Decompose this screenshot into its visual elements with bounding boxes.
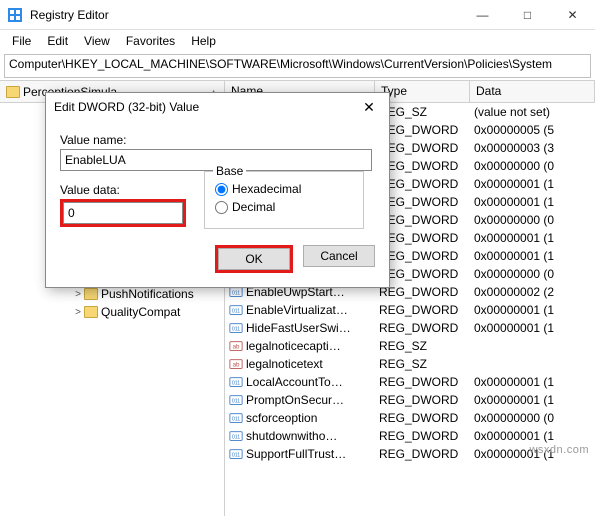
value-type: REG_SZ (375, 357, 470, 371)
col-data[interactable]: Data (470, 81, 595, 102)
svg-text:011: 011 (232, 327, 240, 333)
folder-icon (84, 288, 98, 300)
base-label: Base (213, 164, 246, 178)
tree-item-label: QualityCompat (101, 305, 180, 319)
svg-text:ab: ab (233, 344, 240, 351)
value-data: 0x00000001 (1 (470, 177, 595, 191)
value-name: PromptOnSecur… (246, 393, 344, 407)
menu-edit[interactable]: Edit (39, 32, 76, 50)
base-hex-radio[interactable] (215, 183, 228, 196)
base-dec-label: Decimal (232, 200, 275, 214)
value-type: REG_DWORD (375, 411, 470, 425)
menu-view[interactable]: View (76, 32, 118, 50)
menubar: File Edit View Favorites Help (0, 30, 595, 52)
value-type: REG_SZ (375, 339, 470, 353)
dialog-close-button[interactable]: ✕ (357, 99, 381, 116)
value-data: 0x00000001 (1 (470, 429, 595, 443)
menu-favorites[interactable]: Favorites (118, 32, 183, 50)
value-data: (value not set) (470, 105, 595, 119)
value-type: REG_DWORD (375, 303, 470, 317)
svg-text:011: 011 (232, 453, 240, 459)
expand-icon[interactable]: > (72, 289, 84, 300)
svg-text:011: 011 (232, 291, 240, 297)
ok-button[interactable]: OK (218, 248, 290, 270)
dialog-title: Edit DWORD (32-bit) Value (54, 100, 357, 114)
svg-text:011: 011 (232, 417, 240, 423)
base-hex-label: Hexadecimal (232, 182, 301, 196)
list-row[interactable]: 011 LocalAccountTo… REG_DWORD0x00000001 (1 (225, 373, 595, 391)
value-type: REG_DWORD (375, 375, 470, 389)
value-data: 0x00000002 (2 (470, 285, 595, 299)
value-data: 0x00000001 (1 (470, 249, 595, 263)
tree-item-label: PushNotifications (101, 287, 194, 301)
svg-text:011: 011 (232, 399, 240, 405)
value-data-field[interactable] (63, 202, 183, 224)
svg-text:011: 011 (232, 435, 240, 441)
address-bar[interactable]: Computer\HKEY_LOCAL_MACHINE\SOFTWARE\Mic… (4, 54, 591, 78)
svg-text:011: 011 (232, 309, 240, 315)
svg-text:011: 011 (232, 381, 240, 387)
value-name: EnableVirtualizat… (246, 303, 348, 317)
list-row[interactable]: 011 shutdownwitho… REG_DWORD0x00000001 (1 (225, 427, 595, 445)
value-data: 0x00000001 (1 (470, 321, 595, 335)
expand-icon[interactable]: > (72, 307, 84, 318)
value-type: REG_DWORD (375, 447, 470, 461)
value-type: REG_DWORD (375, 321, 470, 335)
value-data: 0x00000000 (0 (470, 159, 595, 173)
value-name: scforceoption (246, 411, 317, 425)
value-type: REG_DWORD (375, 429, 470, 443)
base-dec-radio[interactable] (215, 201, 228, 214)
value-name: LocalAccountTo… (246, 375, 343, 389)
list-row[interactable]: 011 PromptOnSecur… REG_DWORD0x00000001 (1 (225, 391, 595, 409)
titlebar: Registry Editor — □ ✕ (0, 0, 595, 30)
ok-highlight: OK (215, 245, 293, 273)
value-data: 0x00000001 (1 (470, 375, 595, 389)
minimize-button[interactable]: — (460, 0, 505, 30)
value-data: 0x00000005 (5 (470, 123, 595, 137)
tree-item[interactable]: > QualityCompat (0, 303, 224, 321)
list-row[interactable]: 011 HideFastUserSwi… REG_DWORD0x00000001 (… (225, 319, 595, 337)
menu-file[interactable]: File (4, 32, 39, 50)
value-data-label: Value data: (60, 183, 186, 197)
edit-dword-dialog: Edit DWORD (32-bit) Value ✕ Value name: … (45, 92, 390, 288)
app-icon (6, 6, 24, 24)
list-row[interactable]: 011 EnableVirtualizat… REG_DWORD0x00000001… (225, 301, 595, 319)
value-type: REG_DWORD (375, 393, 470, 407)
value-data-highlight (60, 199, 186, 227)
base-group: Base Hexadecimal Decimal (204, 171, 364, 229)
list-row[interactable]: ab legalnoticetext REG_SZ (225, 355, 595, 373)
value-name: SupportFullTrust… (246, 447, 346, 461)
value-data: 0x00000001 (1 (470, 195, 595, 209)
close-button[interactable]: ✕ (550, 0, 595, 30)
value-name: shutdownwitho… (246, 429, 337, 443)
value-data: 0x00000000 (0 (470, 213, 595, 227)
cancel-button[interactable]: Cancel (303, 245, 375, 267)
watermark: wsxdn.com (529, 444, 589, 456)
list-row[interactable]: 011 scforceoption REG_DWORD0x00000000 (0 (225, 409, 595, 427)
window-title: Registry Editor (30, 8, 460, 22)
value-data: 0x00000000 (0 (470, 411, 595, 425)
menu-help[interactable]: Help (183, 32, 224, 50)
maximize-button[interactable]: □ (505, 0, 550, 30)
value-data: 0x00000001 (1 (470, 303, 595, 317)
folder-icon (84, 306, 98, 318)
value-data: 0x00000001 (1 (470, 231, 595, 245)
value-name-label: Value name: (60, 133, 375, 147)
value-data: 0x00000003 (3 (470, 141, 595, 155)
svg-text:ab: ab (233, 362, 240, 369)
value-name: legalnoticetext (246, 357, 323, 371)
list-row[interactable]: ab legalnoticecapti… REG_SZ (225, 337, 595, 355)
value-data: 0x00000001 (1 (470, 393, 595, 407)
value-name: HideFastUserSwi… (246, 321, 351, 335)
value-name: legalnoticecapti… (246, 339, 341, 353)
value-data: 0x00000000 (0 (470, 267, 595, 281)
